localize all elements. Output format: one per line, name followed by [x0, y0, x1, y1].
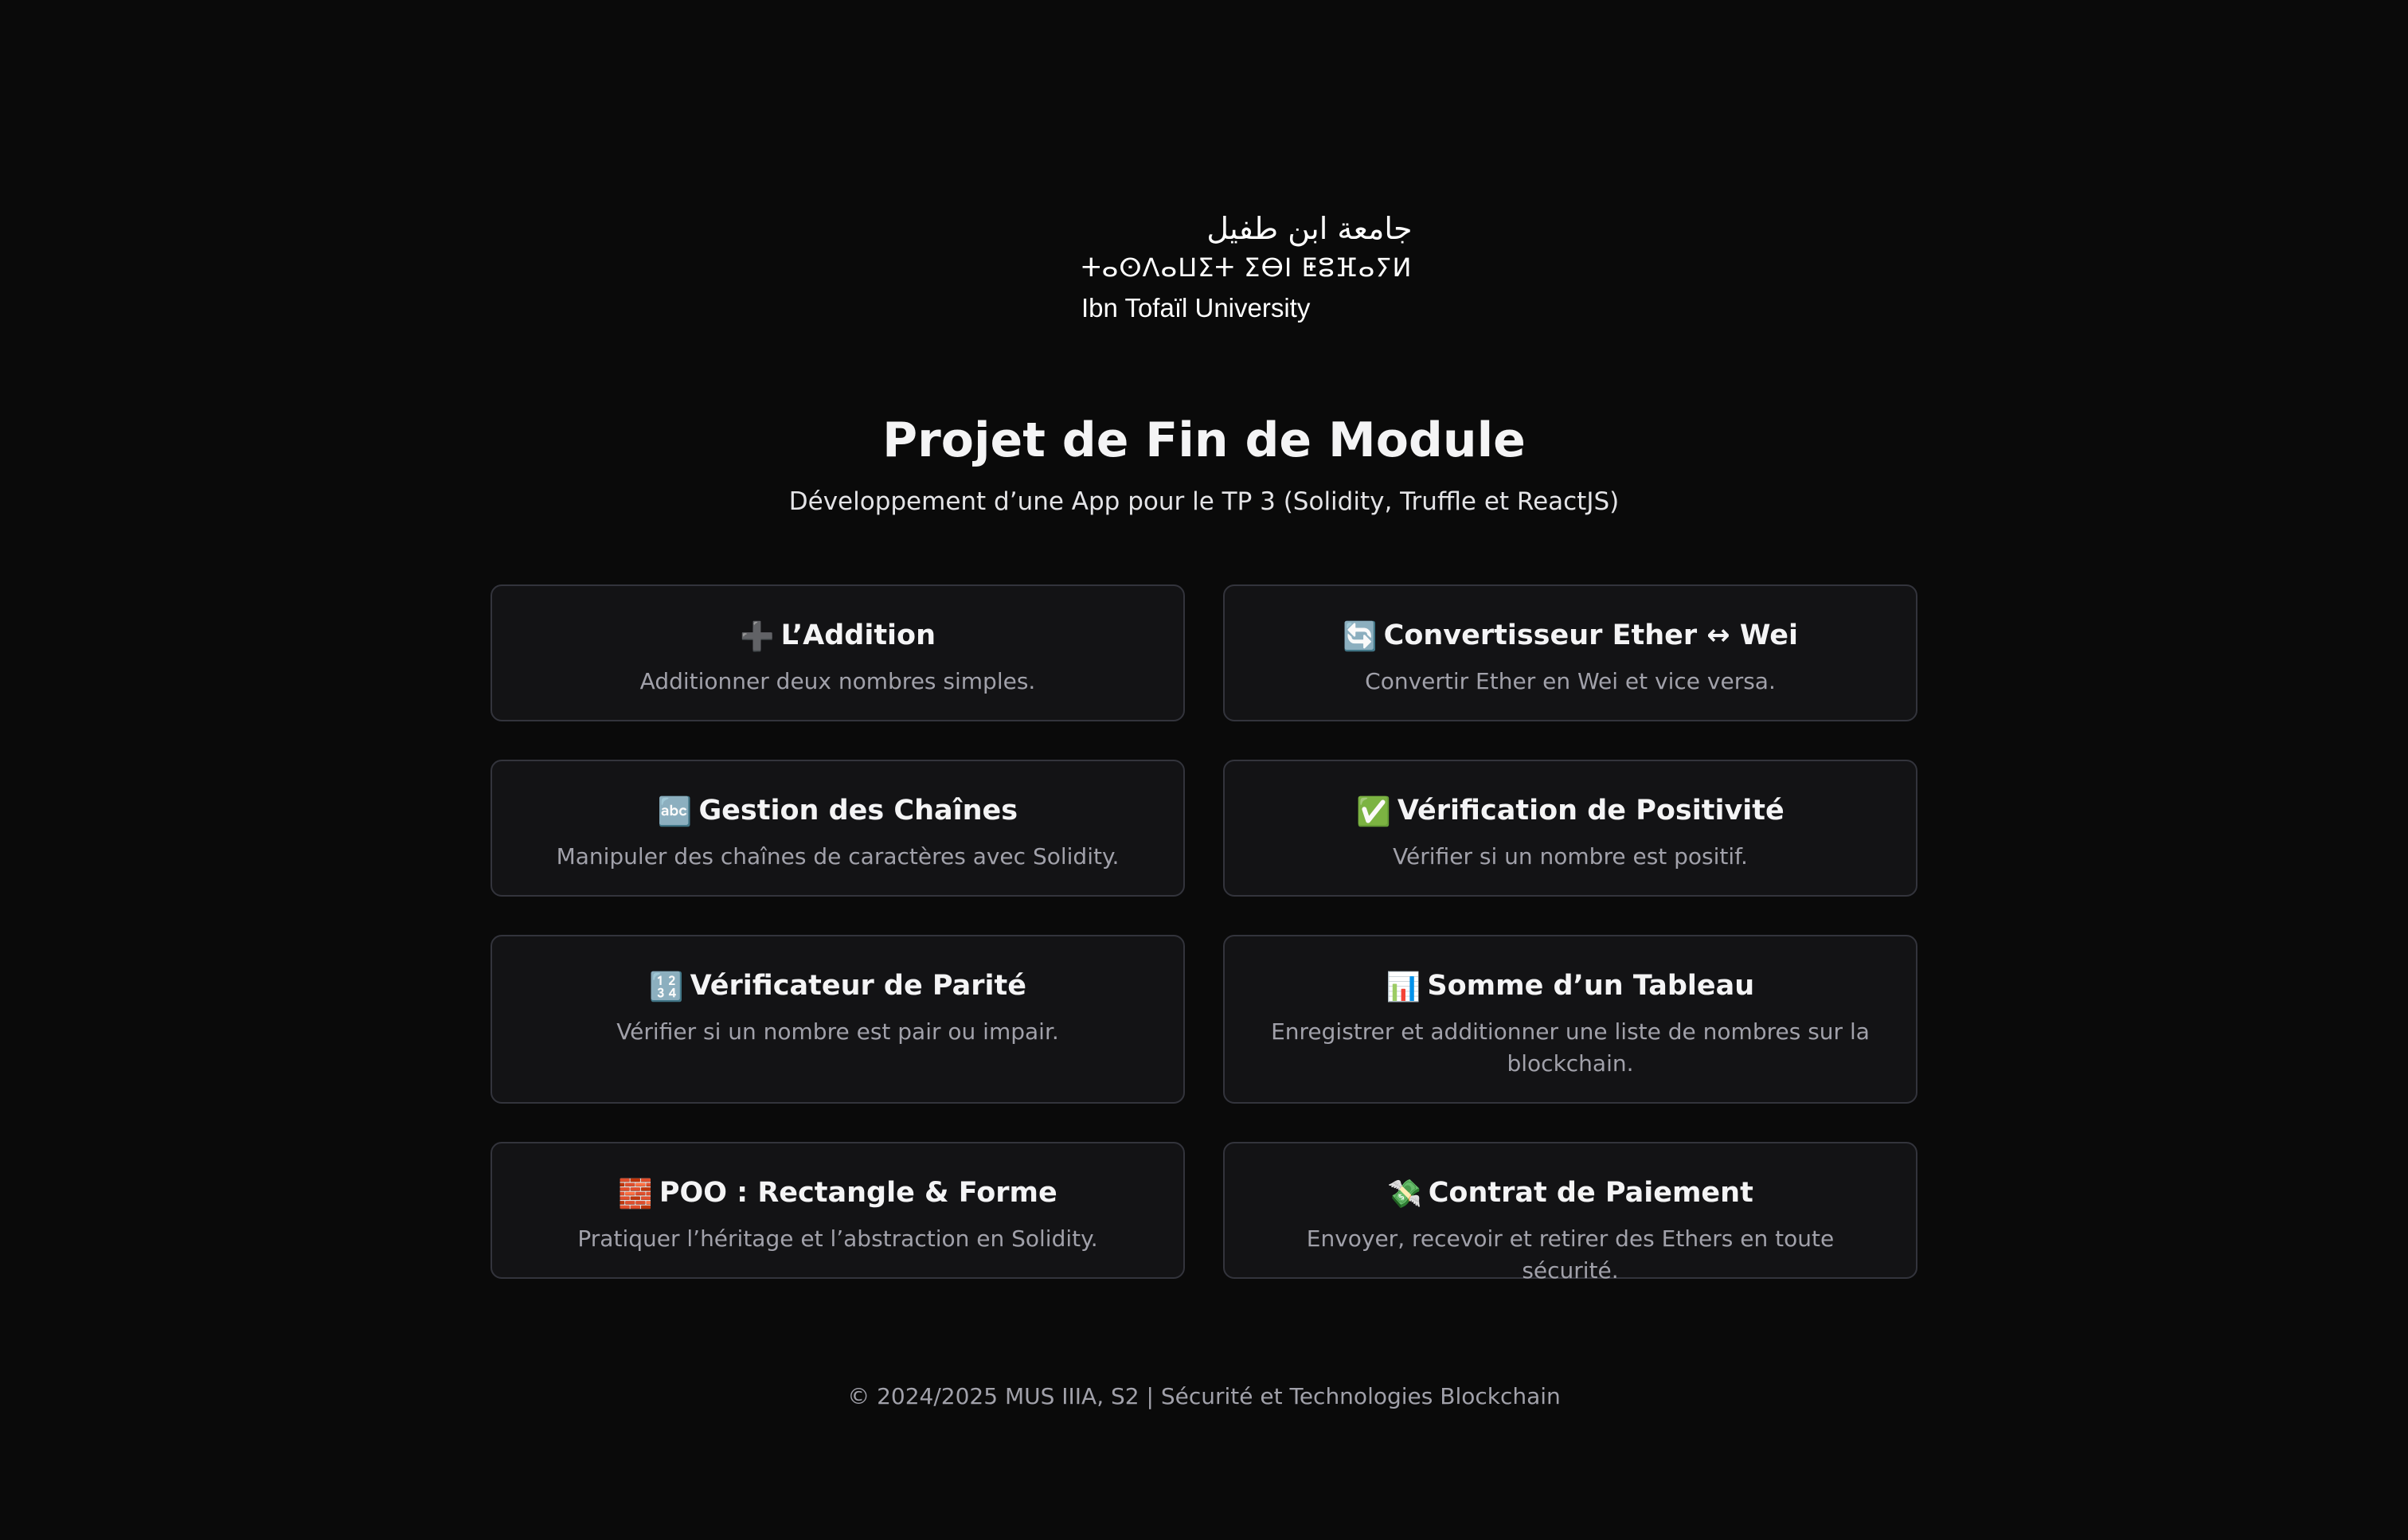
card-title-text: Somme d’un Tableau — [1427, 970, 1755, 1002]
card-description: Pratiquer l’héritage et l’abstraction en… — [577, 1225, 1098, 1252]
abc-icon: 🔤 — [657, 796, 693, 828]
card-title: 🧱 POO : Rectangle & Forme — [524, 1174, 1151, 1214]
card-array-sum[interactable]: 📊 Somme d’un Tableau Enregistrer et addit… — [1223, 935, 1917, 1104]
card-title-text: Gestion des Chaînes — [698, 795, 1018, 827]
card-title: 🔤 Gestion des Chaînes — [524, 791, 1151, 831]
card-title-text: L’Addition — [780, 620, 936, 651]
card-description: Additionner deux nombres simples. — [639, 668, 1036, 694]
card-title: 🔄 Convertisseur Ether ↔ Wei — [1257, 616, 1884, 656]
bar-chart-icon: 📊 — [1386, 971, 1421, 1003]
bricks-icon: 🧱 — [618, 1178, 653, 1210]
card-description: Vérifier si un nombre est positif. — [1393, 843, 1748, 870]
numbers-icon: 🔢 — [649, 971, 684, 1003]
plus-icon: ➕ — [739, 621, 775, 653]
card-title: ✅ Vérification de Positivité — [1257, 791, 1884, 831]
card-title-text: POO : Rectangle & Forme — [659, 1177, 1057, 1209]
module-cards-grid: ➕ L’Addition Additionner deux nombres sim… — [491, 584, 1917, 1284]
footer: © 2024/2025 MUS IIIA, S2 | Sécurité et T… — [847, 1383, 1561, 1409]
card-title: 📊 Somme d’un Tableau — [1257, 967, 1884, 1006]
card-addition[interactable]: ➕ L’Addition Additionner deux nombres sim… — [491, 584, 1185, 721]
logo-arabic-name: جامعة ابن طفيل — [1206, 211, 1413, 246]
card-oop-rectangle[interactable]: 🧱 POO : Rectangle & Forme Pratiquer l’hér… — [491, 1142, 1185, 1279]
card-description: Manipuler des chaînes de caractères avec… — [556, 843, 1120, 870]
card-payment-contract[interactable]: 💸 Contrat de Paiement Envoyer, recevoir e… — [1223, 1142, 1917, 1284]
card-title-text: Vérification de Positivité — [1397, 795, 1784, 827]
card-title-text: Vérificateur de Parité — [690, 970, 1026, 1002]
page: جامعة ابن طفيل ⵜⴰⵙⴷⴰⵡⵉⵜ ⵉⴱⵏ ⵟⵓⴼⴰⵢⵍ Ibn T… — [0, 0, 2408, 1540]
page-subtitle: Développement d’une App pour le TP 3 (So… — [788, 487, 1620, 516]
card-ether-wei-converter[interactable]: 🔄 Convertisseur Ether ↔ Wei Convertir Eth… — [1223, 584, 1917, 721]
card-title: 🔢 Vérificateur de Parité — [524, 967, 1151, 1006]
card-string-management[interactable]: 🔤 Gestion des Chaînes Manipuler des chaîn… — [491, 760, 1185, 897]
card-description: Enregistrer et additionner une liste de … — [1271, 1018, 1870, 1077]
card-title: 💸 Contrat de Paiement — [1257, 1174, 1884, 1214]
card-description: Convertir Ether en Wei et vice versa. — [1365, 668, 1776, 694]
logo-english-name: Ibn Tofaïl University — [1081, 293, 1311, 322]
card-title: ➕ L’Addition — [524, 616, 1151, 656]
card-positivity-check[interactable]: ✅ Vérification de Positivité Vérifier si … — [1223, 760, 1917, 897]
logo-tifinagh-name: ⵜⴰⵙⴷⴰⵡⵉⵜ ⵉⴱⵏ ⵟⵓⴼⴰⵢⵍ — [1081, 252, 1413, 283]
logo-text: جامعة ابن طفيل ⵜⴰⵙⴷⴰⵡⵉⵜ ⵉⴱⵏ ⵟⵓⴼⴰⵢⵍ Ibn T… — [1081, 213, 1412, 326]
card-title-text: Convertisseur Ether ↔ Wei — [1383, 620, 1798, 651]
check-mark-icon: ✅ — [1356, 796, 1391, 828]
university-logo: جامعة ابن طفيل ⵜⴰⵙⴷⴰⵡⵉⵜ ⵉⴱⵏ ⵟⵓⴼⴰⵢⵍ Ibn T… — [1067, 196, 1412, 344]
page-title: Projet de Fin de Module — [882, 412, 1526, 468]
card-description: Vérifier si un nombre est pair ou impair… — [616, 1018, 1059, 1045]
money-wings-icon: 💸 — [1387, 1178, 1422, 1210]
card-description: Envoyer, recevoir et retirer des Ethers … — [1306, 1225, 1835, 1284]
refresh-icon: 🔄 — [1343, 621, 1378, 653]
card-parity-checker[interactable]: 🔢 Vérificateur de Parité Vérifier si un n… — [491, 935, 1185, 1104]
card-title-text: Contrat de Paiement — [1428, 1177, 1753, 1209]
